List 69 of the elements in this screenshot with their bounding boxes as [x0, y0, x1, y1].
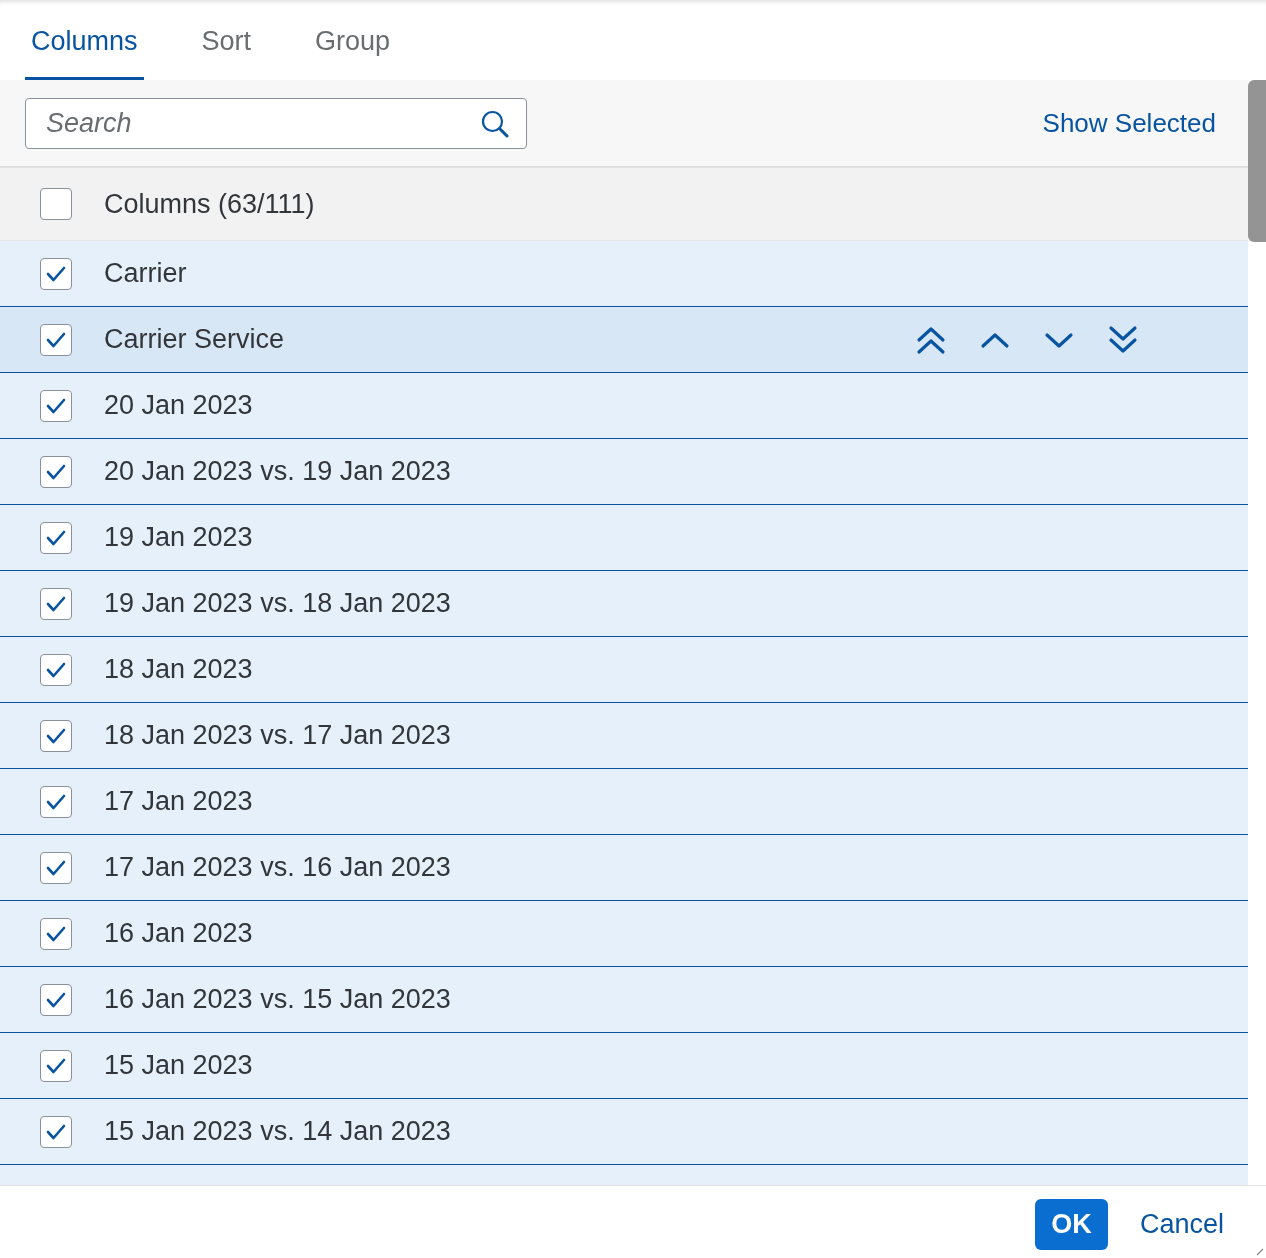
tab[interactable]: Group	[309, 0, 397, 80]
column-name: 19 Jan 2023 vs. 18 Jan 2023	[104, 588, 451, 619]
column-name: 19 Jan 2023	[104, 522, 253, 553]
checkmark-icon	[46, 727, 66, 744]
checkmark-icon	[46, 595, 66, 612]
column-list-item[interactable]: 17 Jan 2023 vs. 16 Jan 2023	[0, 835, 1248, 901]
column-list-item[interactable]: 15 Jan 2023 vs. 14 Jan 2023	[0, 1099, 1248, 1165]
checkmark-icon	[46, 529, 66, 546]
checkbox[interactable]	[40, 455, 72, 488]
column-name: 16 Jan 2023	[104, 918, 253, 949]
search-field[interactable]: Search	[25, 97, 527, 149]
column-name: 20 Jan 2023 vs. 19 Jan 2023	[104, 456, 451, 487]
checkbox[interactable]	[40, 653, 72, 686]
checkbox[interactable]	[40, 851, 72, 884]
scrollbar-thumb[interactable]	[1248, 80, 1266, 242]
checkbox[interactable]	[40, 785, 72, 818]
column-list-item[interactable]: 16 Jan 2023	[0, 901, 1248, 967]
checkbox[interactable]	[40, 323, 72, 356]
column-name: 18 Jan 2023	[104, 654, 253, 685]
checkmark-icon	[46, 793, 66, 810]
column-name: 20 Jan 2023	[104, 390, 253, 421]
column-list-item[interactable]: Carrier Service	[0, 307, 1248, 373]
double-chevron-up-icon	[916, 324, 946, 355]
checkbox[interactable]	[40, 1115, 72, 1148]
checkmark-icon	[46, 859, 66, 876]
column-name: 15 Jan 2023 vs. 14 Jan 2023	[104, 1116, 451, 1147]
resize-grip-icon	[1256, 1248, 1264, 1256]
column-name: Carrier	[104, 258, 187, 289]
checkbox[interactable]	[40, 257, 72, 290]
column-list-item[interactable]: 20 Jan 2023	[0, 373, 1248, 439]
column-list-item[interactable]: 16 Jan 2023 vs. 15 Jan 2023	[0, 967, 1248, 1033]
column-name: 16 Jan 2023 vs. 15 Jan 2023	[104, 984, 451, 1015]
column-name: Carrier Service	[104, 324, 285, 355]
checkmark-icon	[46, 1123, 66, 1140]
checkbox[interactable]	[40, 389, 72, 422]
column-name: 17 Jan 2023	[104, 786, 253, 817]
tab[interactable]: Sort	[195, 0, 258, 80]
column-list-item[interactable]: Carrier	[0, 241, 1248, 307]
column-name: 15 Jan 2023	[104, 1050, 253, 1081]
checkbox[interactable]	[40, 521, 72, 554]
checkbox[interactable]	[40, 719, 72, 752]
checkbox[interactable]	[40, 983, 72, 1016]
checkmark-icon	[46, 331, 66, 348]
double-chevron-down-icon	[1108, 324, 1138, 355]
checkmark-icon	[46, 991, 66, 1008]
ok-button[interactable]: OK	[1034, 1199, 1108, 1250]
checkmark-icon	[46, 661, 66, 678]
checkbox[interactable]	[40, 917, 72, 950]
column-name: 18 Jan 2023 vs. 17 Jan 2023	[104, 720, 451, 751]
show-selected-link[interactable]: Show Selected	[1042, 107, 1216, 139]
cancel-button[interactable]: Cancel	[1123, 1199, 1240, 1250]
column-list-item[interactable]: 19 Jan 2023 vs. 18 Jan 2023	[0, 571, 1248, 637]
checkmark-icon	[46, 265, 66, 282]
list-header-label: Columns (63/111)	[104, 188, 315, 220]
column-name: 17 Jan 2023 vs. 16 Jan 2023	[104, 852, 451, 883]
select-all-checkbox[interactable]	[40, 188, 72, 220]
column-list-item[interactable]: 18 Jan 2023	[0, 637, 1248, 703]
search-icon[interactable]	[481, 109, 509, 138]
checkmark-icon	[46, 397, 66, 414]
checkbox[interactable]	[40, 1049, 72, 1082]
checkmark-icon	[46, 925, 66, 942]
checkbox[interactable]	[40, 587, 72, 620]
checkmark-icon	[46, 1057, 66, 1074]
column-list-item[interactable]: 15 Jan 2023	[0, 1033, 1248, 1099]
checkmark-icon	[46, 463, 66, 480]
column-list-item[interactable]: 19 Jan 2023	[0, 505, 1248, 571]
column-list-item[interactable]: 17 Jan 2023	[0, 769, 1248, 835]
column-list-item[interactable]: 18 Jan 2023 vs. 17 Jan 2023	[0, 703, 1248, 769]
column-list-item[interactable]: 20 Jan 2023 vs. 19 Jan 2023	[0, 439, 1248, 505]
